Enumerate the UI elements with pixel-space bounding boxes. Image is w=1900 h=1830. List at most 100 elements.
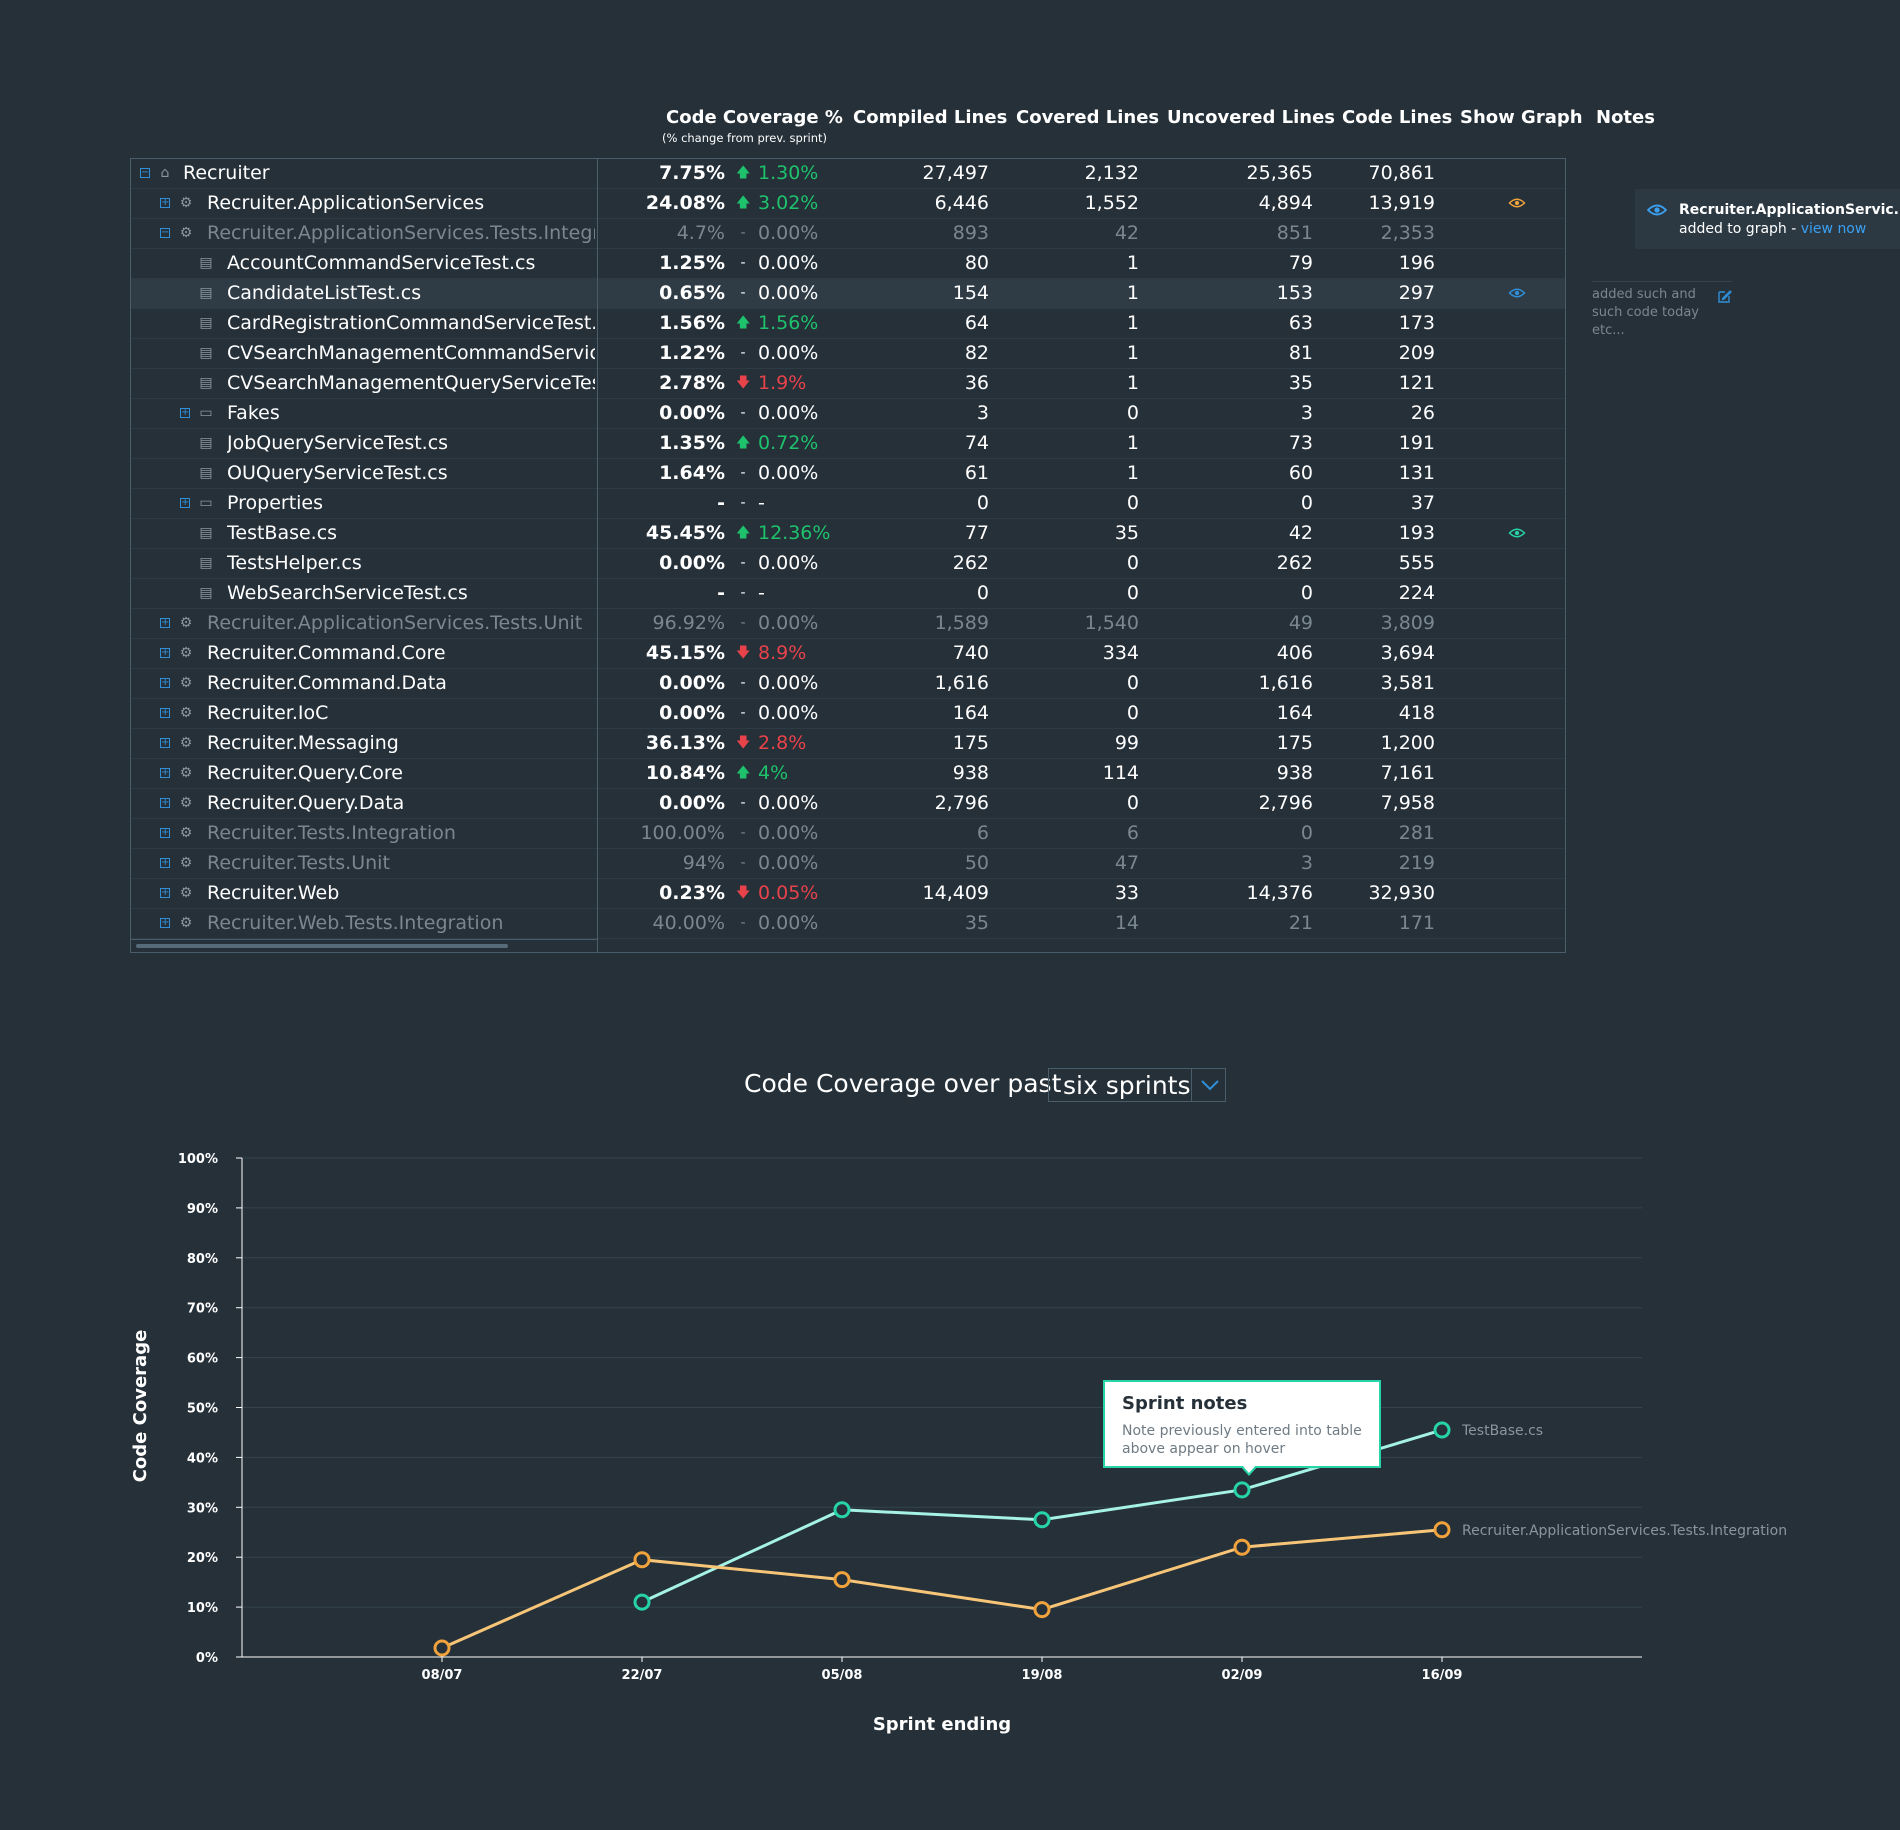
tree-row[interactable]: ▤ AccountCommandServiceTest.cs 1.25% -0.00%… bbox=[131, 249, 1565, 279]
no-change-dash: - bbox=[740, 465, 746, 481]
file-icon: ▤ bbox=[199, 465, 213, 481]
eye-icon[interactable] bbox=[1507, 528, 1527, 538]
tree-row[interactable]: + ▭ Fakes 0.00% -0.00% 3 0 3 26 bbox=[131, 399, 1565, 429]
coverage-percent: 1.25% bbox=[659, 252, 725, 274]
data-point[interactable] bbox=[633, 1593, 651, 1611]
code-lines-value: 171 bbox=[1398, 912, 1435, 934]
expand-icon[interactable]: + bbox=[160, 618, 170, 628]
expand-icon[interactable]: + bbox=[160, 828, 170, 838]
eye-icon[interactable] bbox=[1507, 288, 1527, 298]
tree-row[interactable]: ▤ TestBase.cs 45.45% 🡅 12.36% 77 35 42 193 bbox=[131, 519, 1565, 549]
expand-icon[interactable]: + bbox=[160, 798, 170, 808]
code-lines-value: 2,353 bbox=[1380, 222, 1435, 244]
tree-row[interactable]: ▤ JobQueryServiceTest.cs 1.35% 🡅 0.72% 74 1 73 1… bbox=[131, 429, 1565, 459]
tree-row[interactable]: ▤ WebSearchServiceTest.cs - - -0 0 0 224 bbox=[131, 579, 1565, 609]
expand-icon[interactable]: + bbox=[160, 198, 170, 208]
data-point[interactable] bbox=[1233, 1538, 1251, 1556]
y-tick-label: 100% bbox=[178, 1152, 218, 1167]
row-name: Recruiter.Tests.Unit bbox=[207, 852, 390, 874]
coverage-change: 0.00% bbox=[758, 402, 819, 424]
no-change-dash: - bbox=[740, 855, 746, 871]
tree-row[interactable]: + ⚙ Recruiter.Command.Core 45.15% 🡇 8.9% 740 33… bbox=[131, 639, 1565, 669]
expand-icon[interactable]: + bbox=[160, 888, 170, 898]
tree-row[interactable]: ▤ CandidateListTest.cs 0.65% -0.00% 154 1 153 2… bbox=[131, 279, 1565, 309]
header-uncovered-lines[interactable]: Uncovered Lines bbox=[1167, 107, 1335, 128]
header-compiled-lines[interactable]: Compiled Lines bbox=[853, 107, 1007, 128]
tree-row[interactable]: ▤ TestsHelper.cs 0.00% -0.00% 262 0 262 555 bbox=[131, 549, 1565, 579]
row-name: CVSearchManagementCommandServiceTes bbox=[227, 342, 595, 364]
tree-row[interactable]: + ⚙ Recruiter.IoC 0.00% -0.00% 164 0 164 418 bbox=[131, 699, 1565, 729]
data-point[interactable] bbox=[1433, 1521, 1451, 1539]
tree-row[interactable]: ▤ CVSearchManagementCommandServiceTes 1.22… bbox=[131, 339, 1565, 369]
tree-row[interactable]: + ⚙ Recruiter.Query.Data 0.00% -0.00% 2,796 0 2… bbox=[131, 789, 1565, 819]
expand-icon[interactable]: + bbox=[160, 858, 170, 868]
expand-icon[interactable]: + bbox=[160, 738, 170, 748]
expand-icon[interactable]: + bbox=[160, 648, 170, 658]
tree-row[interactable]: − ⚙ Recruiter.ApplicationServices.Tests.In… bbox=[131, 219, 1565, 249]
covered-lines-value: 33 bbox=[1114, 882, 1139, 904]
view-now-link[interactable]: view now bbox=[1801, 221, 1867, 237]
tree-row[interactable]: + ⚙ Recruiter.Tests.Unit 94% -0.00% 50 47 3 219 bbox=[131, 849, 1565, 879]
data-point[interactable] bbox=[833, 1501, 851, 1519]
tree-row[interactable]: ▤ OUQueryServiceTest.cs 1.64% -0.00% 61 1 60 13… bbox=[131, 459, 1565, 489]
expand-icon[interactable]: + bbox=[180, 498, 190, 508]
expand-icon[interactable]: + bbox=[180, 408, 190, 418]
tree-row[interactable]: ▤ CVSearchManagementQueryServiceTest.cs 2.… bbox=[131, 369, 1565, 399]
chevron-down-icon[interactable] bbox=[1200, 1079, 1220, 1091]
tree-row[interactable]: + ⚙ Recruiter.Query.Core 10.84% 🡅 4% 938 114 938… bbox=[131, 759, 1565, 789]
data-point[interactable] bbox=[1233, 1481, 1251, 1499]
data-point[interactable] bbox=[433, 1639, 451, 1657]
header-covered-lines[interactable]: Covered Lines bbox=[1016, 107, 1159, 128]
gear-icon: ⚙ bbox=[179, 855, 193, 871]
horizontal-scrollbar[interactable] bbox=[136, 944, 508, 948]
row-name: OUQueryServiceTest.cs bbox=[227, 462, 448, 484]
header-code-lines[interactable]: Code Lines bbox=[1342, 107, 1452, 128]
eye-icon[interactable] bbox=[1507, 198, 1527, 208]
compiled-lines-value: 6,446 bbox=[934, 192, 989, 214]
tree-row[interactable]: ▤ CardRegistrationCommandServiceTest.cs 1.… bbox=[131, 309, 1565, 339]
coverage-change: 0.00% bbox=[758, 462, 819, 484]
sprint-range-select[interactable]: six sprints bbox=[1048, 1068, 1226, 1102]
tree-row[interactable]: − ⌂ Recruiter 7.75% 🡅 1.30% 27,497 2,132 25,365 7… bbox=[131, 159, 1565, 189]
coverage-change: 0.00% bbox=[758, 702, 819, 724]
edit-icon[interactable] bbox=[1717, 289, 1732, 304]
y-tick-label: 0% bbox=[196, 1651, 218, 1666]
tree-row[interactable]: + ⚙ Recruiter.ApplicationServices 24.08% 🡅 3.… bbox=[131, 189, 1565, 219]
tree-row[interactable]: + ⚙ Recruiter.ApplicationServices.Tests.Un… bbox=[131, 609, 1565, 639]
collapse-icon[interactable]: − bbox=[140, 168, 150, 178]
collapse-icon[interactable]: − bbox=[160, 228, 170, 238]
covered-lines-value: 0 bbox=[1126, 492, 1139, 514]
y-tick-label: 80% bbox=[187, 1252, 218, 1267]
tree-row[interactable]: + ⚙ Recruiter.Web 0.23% 🡇 0.05% 14,409 33 14,376… bbox=[131, 879, 1565, 909]
coverage-change: 0.00% bbox=[758, 672, 819, 694]
y-tick-label: 20% bbox=[187, 1551, 218, 1566]
data-point[interactable] bbox=[1033, 1601, 1051, 1619]
arrow-up-icon: 🡅 bbox=[736, 435, 751, 451]
notes-divider bbox=[1592, 281, 1732, 282]
coverage-change: 12.36% bbox=[758, 522, 831, 544]
row-name: Properties bbox=[227, 492, 324, 514]
compiled-lines-value: 938 bbox=[952, 762, 989, 784]
data-point[interactable] bbox=[833, 1571, 851, 1589]
arrow-down-icon: 🡇 bbox=[736, 375, 751, 391]
arrow-down-icon: 🡇 bbox=[736, 645, 751, 661]
coverage-change: 0.00% bbox=[758, 342, 819, 364]
data-point[interactable] bbox=[1033, 1511, 1051, 1529]
expand-icon[interactable]: + bbox=[160, 918, 170, 928]
coverage-percent: 100.00% bbox=[640, 822, 725, 844]
expand-icon[interactable]: + bbox=[160, 678, 170, 688]
tree-row[interactable]: + ▭ Properties - - -0 0 0 37 bbox=[131, 489, 1565, 519]
data-point[interactable] bbox=[1433, 1421, 1451, 1439]
code-lines-value: 219 bbox=[1398, 852, 1435, 874]
tree-row[interactable]: + ⚙ Recruiter.Tests.Integration 100.00% -0.0… bbox=[131, 819, 1565, 849]
tree-row[interactable]: + ⚙ Recruiter.Command.Data 0.00% -0.00% 1,616… bbox=[131, 669, 1565, 699]
coverage-change: 4% bbox=[758, 762, 789, 784]
covered-lines-value: 1 bbox=[1126, 372, 1139, 394]
sprint-note-text[interactable]: added such and such code today etc... bbox=[1592, 286, 1712, 340]
expand-icon[interactable]: + bbox=[160, 708, 170, 718]
header-code-coverage[interactable]: Code Coverage % bbox=[666, 107, 843, 128]
data-point[interactable] bbox=[633, 1551, 651, 1569]
expand-icon[interactable]: + bbox=[160, 768, 170, 778]
tree-row[interactable]: + ⚙ Recruiter.Web.Tests.Integration 40.00% -… bbox=[131, 909, 1565, 939]
tree-row[interactable]: + ⚙ Recruiter.Messaging 36.13% 🡇 2.8% 175 99 175… bbox=[131, 729, 1565, 759]
